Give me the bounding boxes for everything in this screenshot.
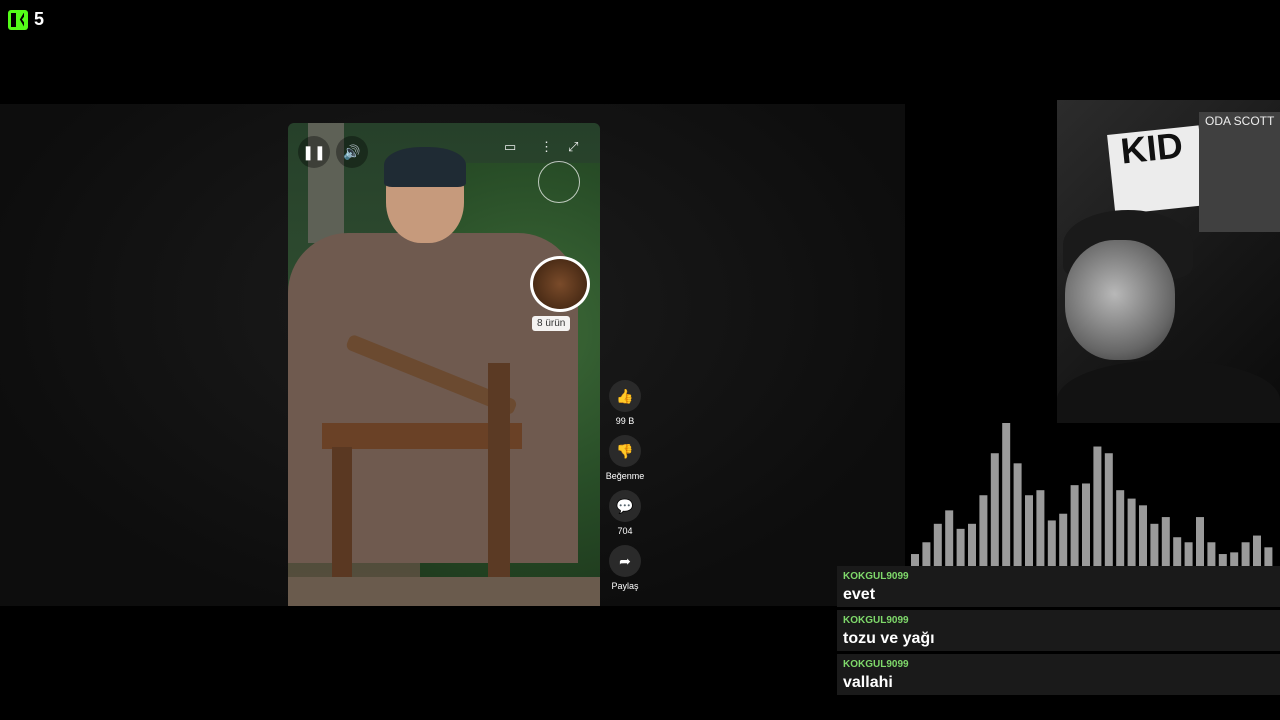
webcam-feed: KID ODA SCOTT [1057,100,1280,423]
pause-button[interactable]: ❚❚ [298,136,330,168]
more-vertical-icon[interactable]: ⋮ [540,139,553,155]
dislike-action[interactable]: 👎 Beğenme [604,435,646,481]
viewer-count: 5 [34,9,45,29]
kick-logo-icon [8,9,28,30]
chat-text: vallahi [843,674,893,691]
poster-kid-text: KID [1118,124,1185,172]
streamer-shoulder [1057,360,1280,423]
share-label: Paylaş [611,581,639,591]
kid-frost-poster: KID [1107,124,1207,215]
table-surface [288,577,600,606]
thumb-down-icon[interactable]: 👎 [609,435,641,467]
chat-username: KOKGUL9099 [843,615,909,626]
comment-icon[interactable]: 💬 [609,490,641,522]
like-count: 99 B [615,416,635,426]
bench-post [488,363,510,606]
chat-message: KOKGUL9099 tozu ve yağı [837,610,1280,651]
short-video-player[interactable]: ❚❚ 🔊 ▭ ⋮ ⤢ 8 ürün [288,123,600,606]
comment-count: 704 [617,526,633,536]
oda-scott-poster: ODA SCOTT [1199,112,1280,232]
chat-message: KOKGUL9099 evet [837,566,1280,607]
chat-text: evet [843,586,876,603]
chat-username: KOKGUL9099 [843,659,909,670]
dislike-label: Beğenme [605,471,645,481]
poster-scott-text: ODA SCOTT [1205,114,1275,128]
product-count-label[interactable]: 8 ürün [532,316,571,331]
chat-overlay: KOKGUL9099 evet KOKGUL9099 tozu ve yağı … [837,566,1280,698]
person-hair [384,147,466,187]
expand-icon[interactable]: ⤢ [568,139,578,155]
streamer-face [1065,240,1175,360]
channel-watermark [538,161,580,203]
comment-action[interactable]: 💬 704 [604,490,646,536]
share-action[interactable]: ➦ Paylaş [604,545,646,591]
volume-button[interactable]: 🔊 [336,136,368,168]
chat-message: KOKGUL9099 vallahi [837,654,1280,695]
thumb-up-icon[interactable]: 👍 [609,380,641,412]
product-thumbnail [530,256,590,312]
captions-icon[interactable]: ▭ [504,139,516,155]
chat-username: KOKGUL9099 [843,571,909,582]
volume-icon: 🔊 [343,143,361,160]
video-actions: 👍 99 B 👎 Beğenme 💬 704 ➦ Paylaş [604,380,646,600]
pause-icon: ❚❚ [302,143,326,160]
chat-text: tozu ve yağı [843,630,935,647]
video-stage: ❚❚ 🔊 ▭ ⋮ ⤢ 8 ürün 👍 99 B 👎 Beğenme 💬 704… [0,104,905,606]
share-icon[interactable]: ➦ [609,545,641,577]
product-chip[interactable]: 8 ürün [526,256,596,331]
kick-badge: 5 [8,9,44,30]
like-action[interactable]: 👍 99 B [604,380,646,426]
